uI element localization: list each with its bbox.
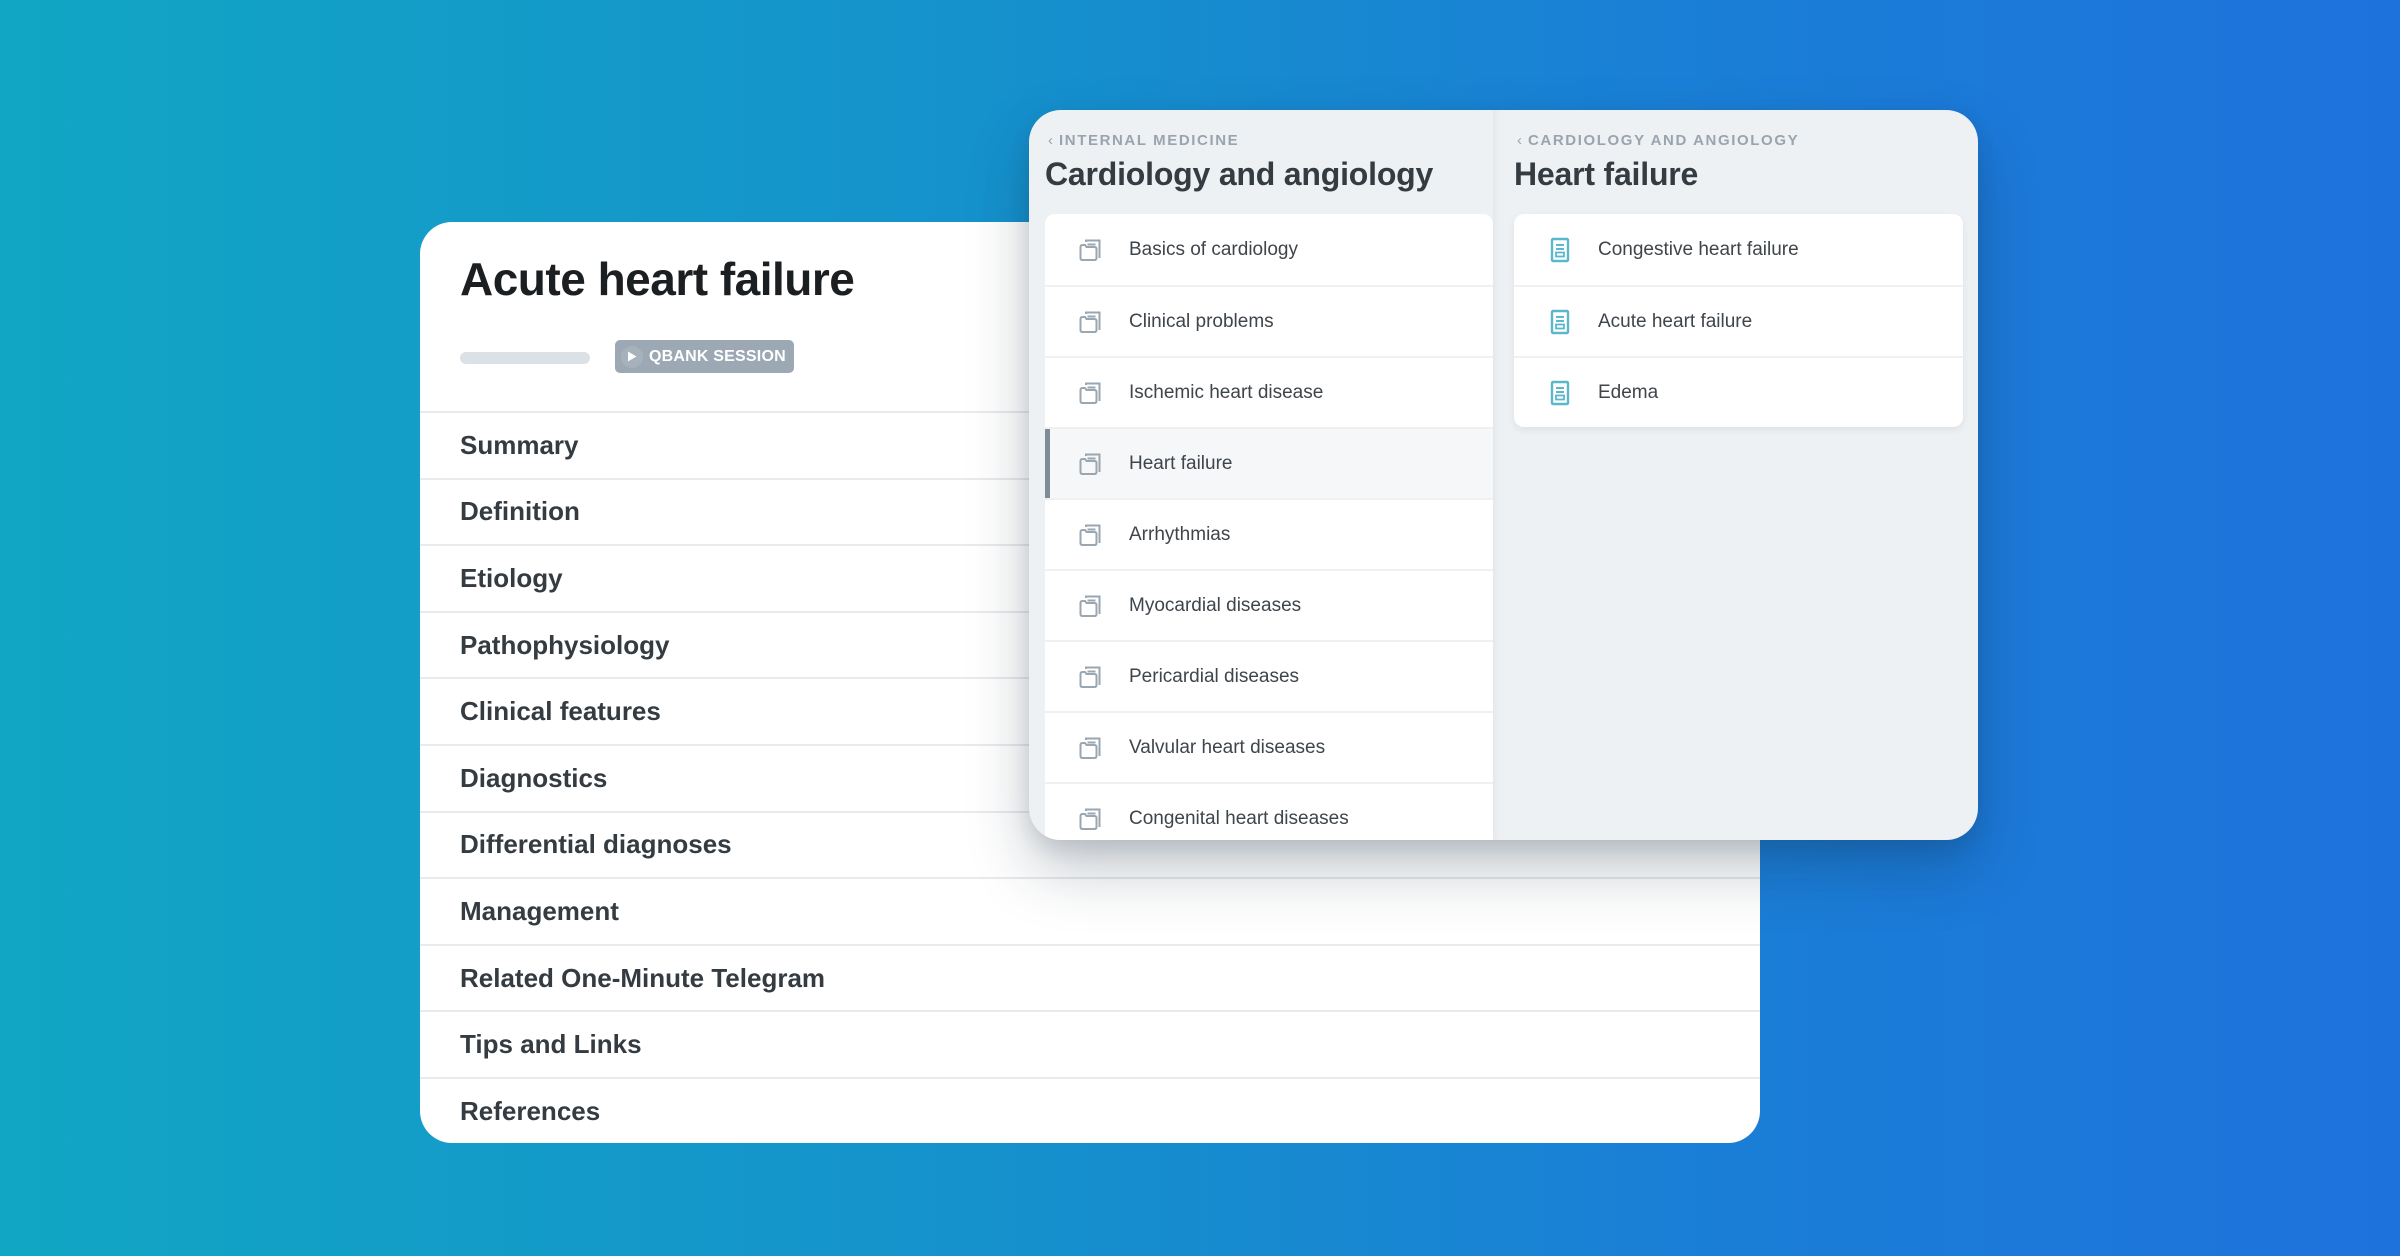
category-list: Basics of cardiology Clinical problems I… (1045, 214, 1493, 840)
folder-icon (1077, 592, 1105, 620)
folder-icon (1077, 521, 1105, 549)
article-title: Acute heart failure (460, 253, 855, 305)
folder-icon (1077, 308, 1105, 336)
section-tips-and-links[interactable]: Tips and Links (420, 1010, 1760, 1077)
category-item-pericardial-diseases[interactable]: Pericardial diseases (1045, 640, 1493, 711)
category-item-heart-failure[interactable]: Heart failure (1045, 427, 1493, 498)
category-item-basics-of-cardiology[interactable]: Basics of cardiology (1045, 214, 1493, 285)
folder-icon (1077, 805, 1105, 833)
category-item-ischemic-heart-disease[interactable]: Ischemic heart disease (1045, 356, 1493, 427)
article-link-list: Congestive heart failure Acute heart fai… (1514, 214, 1963, 427)
category-item-label: Congenital heart diseases (1129, 807, 1349, 829)
breadcrumb-label: INTERNAL MEDICINE (1059, 132, 1240, 149)
breadcrumb-cardiology-and-angiology[interactable]: ‹ CARDIOLOGY AND ANGIOLOGY (1517, 132, 1799, 149)
category-item-congenital-heart-diseases[interactable]: Congenital heart diseases (1045, 782, 1493, 840)
article-link-label: Acute heart failure (1598, 310, 1753, 332)
chevron-left-icon: ‹ (1048, 132, 1053, 149)
article-progress-bar (460, 352, 590, 364)
category-item-label: Clinical problems (1129, 310, 1274, 332)
qbank-session-label: QBANK SESSION (649, 347, 786, 365)
article-link-acute-heart-failure[interactable]: Acute heart failure (1514, 285, 1963, 356)
category-item-label: Basics of cardiology (1129, 238, 1298, 260)
article-icon (1546, 308, 1574, 336)
article-icon (1546, 379, 1574, 407)
category-item-label: Pericardial diseases (1129, 665, 1300, 687)
article-link-label: Edema (1598, 381, 1659, 403)
category-title: Cardiology and angiology (1045, 156, 1434, 192)
category-item-label: Valvular heart diseases (1129, 736, 1326, 758)
category-item-label: Myocardial diseases (1129, 594, 1302, 616)
category-item-label: Arrhythmias (1129, 523, 1231, 545)
subcategory-title: Heart failure (1514, 156, 1699, 192)
section-references[interactable]: References (420, 1076, 1760, 1143)
folder-icon (1077, 663, 1105, 691)
folder-icon (1077, 236, 1105, 264)
section-related-one-minute-telegram[interactable]: Related One-Minute Telegram (420, 943, 1760, 1011)
qbank-session-button[interactable]: QBANK SESSION (615, 340, 794, 373)
folder-icon (1077, 450, 1105, 478)
library-navigation-panel: ‹ INTERNAL MEDICINE Cardiology and angio… (1029, 110, 1978, 840)
article-link-congestive-heart-failure[interactable]: Congestive heart failure (1514, 214, 1963, 285)
category-item-clinical-problems[interactable]: Clinical problems (1045, 285, 1493, 356)
category-item-valvular-heart-diseases[interactable]: Valvular heart diseases (1045, 711, 1493, 782)
breadcrumb-internal-medicine[interactable]: ‹ INTERNAL MEDICINE (1048, 132, 1239, 149)
breadcrumb-label: CARDIOLOGY AND ANGIOLOGY (1528, 132, 1800, 149)
folder-icon (1077, 379, 1105, 407)
article-icon (1546, 236, 1574, 264)
folder-icon (1077, 734, 1105, 762)
section-management[interactable]: Management (420, 877, 1760, 944)
article-link-label: Congestive heart failure (1598, 238, 1799, 260)
category-item-label: Heart failure (1129, 452, 1233, 474)
chevron-left-icon: ‹ (1517, 132, 1522, 149)
category-column: ‹ INTERNAL MEDICINE Cardiology and angio… (1029, 110, 1493, 840)
category-item-arrhythmias[interactable]: Arrhythmias (1045, 498, 1493, 569)
category-item-myocardial-diseases[interactable]: Myocardial diseases (1045, 569, 1493, 640)
play-icon (621, 345, 643, 368)
subcategory-column: ‹ CARDIOLOGY AND ANGIOLOGY Heart failure… (1493, 110, 1978, 840)
article-link-edema[interactable]: Edema (1514, 356, 1963, 427)
category-item-label: Ischemic heart disease (1129, 381, 1324, 403)
